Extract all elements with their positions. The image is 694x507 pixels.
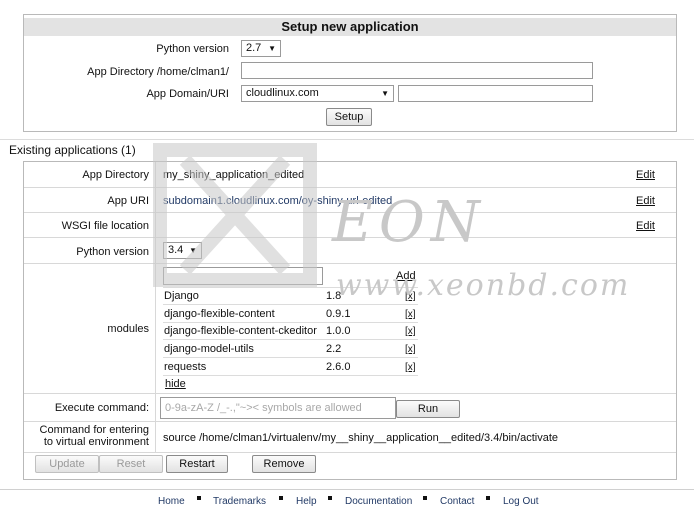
module-name: requests — [164, 361, 207, 373]
module-name: django-flexible-content-ckeditor — [164, 325, 317, 337]
app-uri-label: App URI — [107, 195, 149, 207]
execute-label: Execute command: — [54, 402, 149, 414]
app-domain-value: cloudlinux.com — [246, 87, 319, 99]
watermark-url: www.xeonbd.com — [336, 268, 631, 303]
chevron-down-icon: ▼ — [381, 89, 389, 98]
watermark-brand: EON — [332, 190, 486, 255]
separator-dot-icon — [486, 496, 490, 500]
actions-row: Update Reset Restart Remove — [24, 452, 676, 480]
existing-apps-heading: Existing applications (1) — [9, 143, 136, 157]
module-version: 2.6.0 — [326, 361, 351, 373]
python-version-select[interactable]: 2.7 ▼ — [241, 40, 281, 57]
separator-dot-icon — [197, 496, 201, 500]
wsgi-label: WSGI file location — [61, 220, 149, 232]
divider — [0, 489, 694, 490]
python-version-label: Python version — [156, 43, 229, 55]
remove-module-link[interactable]: [x] — [405, 326, 416, 337]
separator-dot-icon — [328, 496, 332, 500]
edit-app-directory-link[interactable]: Edit — [636, 169, 655, 181]
footer-help-link[interactable]: Help — [296, 496, 317, 507]
venv-command: source /home/clman1/virtualenv/my__shiny… — [163, 432, 559, 444]
app-directory-label: App Directory /home/clman1/ — [87, 66, 229, 78]
venv-label-line1: Command for entering — [39, 424, 149, 436]
column-divider — [155, 213, 156, 238]
footer-trademarks-link[interactable]: Trademarks — [213, 496, 266, 507]
separator-dot-icon — [423, 496, 427, 500]
module-version: 2.2 — [326, 343, 342, 355]
column-divider — [155, 264, 156, 394]
remove-module-link[interactable]: [x] — [405, 344, 416, 355]
column-divider — [155, 162, 156, 187]
footer-home-link[interactable]: Home — [158, 496, 185, 507]
module-name: Django — [164, 290, 199, 302]
module-name: django-model-utils — [164, 343, 254, 355]
app-directory-row: App Directory my_shiny_application_edite… — [24, 162, 676, 187]
app-uri-input[interactable] — [398, 85, 593, 102]
column-divider — [155, 394, 156, 422]
app-directory-label: App Directory — [82, 169, 149, 181]
setup-title: Setup new application — [24, 18, 676, 36]
python-version-label: Python version — [76, 246, 149, 258]
venv-label: Command for entering to virtual environm… — [24, 424, 155, 448]
app-domain-select[interactable]: cloudlinux.com ▼ — [241, 85, 394, 102]
separator-dot-icon — [279, 496, 283, 500]
footer-contact-link[interactable]: Contact — [440, 496, 474, 507]
app-directory-input[interactable] — [241, 62, 593, 79]
setup-button[interactable]: Setup — [326, 108, 372, 126]
module-version: 0.9.1 — [326, 308, 351, 320]
remove-module-link[interactable]: [x] — [405, 309, 416, 320]
chevron-down-icon: ▼ — [189, 246, 197, 255]
update-button[interactable]: Update — [35, 455, 99, 473]
remove-module-link[interactable]: [x] — [405, 362, 416, 373]
reset-button[interactable]: Reset — [99, 455, 163, 473]
restart-button[interactable]: Restart — [166, 455, 228, 473]
column-divider — [155, 238, 156, 264]
column-divider — [155, 422, 156, 453]
edit-wsgi-link[interactable]: Edit — [636, 220, 655, 232]
run-button[interactable]: Run — [396, 400, 460, 418]
python-version-value: 3.4 — [168, 244, 184, 256]
python-version-select[interactable]: 3.4 ▼ — [163, 242, 202, 259]
chevron-down-icon: ▼ — [268, 44, 276, 53]
divider — [163, 375, 418, 376]
edit-app-uri-link[interactable]: Edit — [636, 195, 655, 207]
divider — [163, 339, 418, 340]
remove-button[interactable]: Remove — [252, 455, 316, 473]
divider — [0, 139, 694, 140]
column-divider — [155, 188, 156, 213]
venv-label-line2: to virtual environment — [43, 436, 149, 448]
python-version-value: 2.7 — [246, 42, 262, 54]
divider — [163, 304, 418, 305]
module-version: 1.0.0 — [326, 325, 351, 337]
hide-modules-link[interactable]: hide — [165, 378, 186, 390]
venv-row: Command for entering to virtual environm… — [24, 421, 676, 453]
app-domain-label: App Domain/URI — [146, 88, 229, 100]
module-name-input[interactable] — [163, 267, 323, 285]
setup-panel: Setup new application Python version 2.7… — [23, 14, 677, 132]
modules-label: modules — [107, 323, 149, 335]
footer-documentation-link[interactable]: Documentation — [345, 496, 412, 507]
execute-row: Execute command: 0-9a-zA-Z /_-.,"~>< sym… — [24, 393, 676, 422]
footer-logout-link[interactable]: Log Out — [503, 496, 539, 507]
divider — [163, 357, 418, 358]
module-name: django-flexible-content — [164, 308, 275, 320]
app-directory-value: my_shiny_application_edited — [163, 169, 305, 181]
execute-command-input[interactable]: 0-9a-zA-Z /_-.,"~>< symbols are allowed — [160, 397, 396, 419]
divider — [163, 322, 418, 323]
